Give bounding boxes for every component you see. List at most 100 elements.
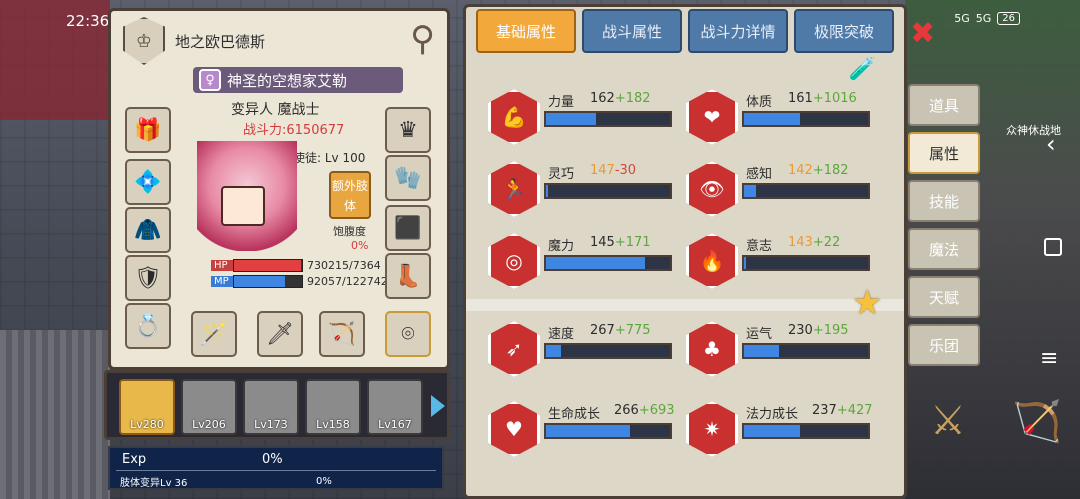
character-face (221, 186, 265, 226)
stat-bar-fill (546, 113, 596, 125)
stat-7[interactable]: ♣ 运气 230+195 (686, 317, 874, 387)
stat-bonus-value: +182 (812, 163, 849, 178)
stat-name: 感知 (746, 167, 773, 182)
stats-tabs: 基础属性 战斗属性 战斗力详情 极限突破 (476, 9, 894, 53)
speed-icon: ➶ (488, 321, 540, 377)
party-member-3[interactable]: Lv173 (243, 379, 299, 435)
stat-bar (544, 255, 672, 271)
mp-bar-fill (234, 276, 285, 287)
party-member-level: Lv167 (378, 418, 412, 431)
stat-0[interactable]: 💪 力量 162+182 (488, 85, 676, 155)
hp-label: HP (211, 260, 233, 271)
stat-5[interactable]: 🔥 意志 143+22 (686, 229, 874, 299)
stat-bar-fill (744, 113, 800, 125)
close-icon[interactable]: ✖ (910, 16, 935, 51)
mp-value: 92057/122742 (307, 275, 388, 288)
stat-2[interactable]: 🏃 灵巧 147-30 (488, 157, 676, 227)
stat-base-value: 162 (590, 91, 615, 106)
stat-bonus-value: +693 (638, 403, 675, 418)
party-member-4[interactable]: Lv158 (305, 379, 361, 435)
belt-slot-icon[interactable]: ⬛ (385, 205, 431, 251)
tab-limit-break[interactable]: 极限突破 (794, 9, 894, 53)
party-member-1[interactable]: Lv280 (119, 379, 175, 435)
android-home-icon[interactable] (1044, 238, 1062, 256)
stat-1[interactable]: ❤ 体质 161+1016 (686, 85, 874, 155)
stat-bar (742, 183, 870, 199)
status-time: 22:36 (66, 12, 110, 30)
stat-value: 142+182 (788, 163, 849, 178)
stat-3[interactable]: 👁 感知 142+182 (686, 157, 874, 227)
stat-6[interactable]: ➶ 速度 267+775 (488, 317, 676, 387)
side-menu-items[interactable]: 道具 (908, 84, 980, 126)
strength-icon: 💪 (488, 89, 540, 145)
stat-name: 意志 (746, 239, 773, 254)
android-menu-icon[interactable]: ≡ (1040, 346, 1058, 371)
gauntlet-slot-icon[interactable]: 🛡 (125, 255, 171, 301)
guild-name: 地之欧巴德斯 (175, 32, 266, 51)
stat-base-value: 230 (788, 323, 813, 338)
stat-bar-fill (546, 185, 549, 197)
stat-bar (742, 255, 870, 271)
party-strip: Lv280 Lv206 Lv173 Lv158 Lv167 (104, 370, 450, 440)
stat-bar-fill (744, 345, 779, 357)
stat-base-value: 147 (590, 163, 615, 178)
stat-bar-fill (546, 345, 561, 357)
android-back-icon[interactable]: ‹ (1046, 130, 1056, 158)
exp-label: Exp (122, 452, 147, 467)
party-member-level: Lv158 (316, 418, 350, 431)
boots-slot-icon[interactable]: 👢 (385, 253, 431, 299)
stat-base-value: 267 (590, 323, 615, 338)
stat-bonus-value: +775 (614, 323, 651, 338)
stat-bonus-value: +1016 (812, 91, 857, 106)
side-menu-magic[interactable]: 魔法 (908, 228, 980, 270)
side-menu-skills[interactable]: 技能 (908, 180, 980, 222)
spear-slot-icon[interactable]: 🗡 (257, 311, 303, 357)
exp-box: Exp 0% 肢体变异Lv 36 0% (108, 446, 444, 490)
side-menu-talent[interactable]: 天赋 (908, 276, 980, 318)
party-member-5[interactable]: Lv167 (367, 379, 423, 435)
limb-mutation-percent: 0% (316, 476, 332, 487)
stat-9[interactable]: ✷ 法力成长 237+427 (686, 397, 874, 467)
stat-bar (742, 111, 870, 127)
wardrobe-icon[interactable]: ⚲ (410, 19, 435, 59)
crown-slot-icon[interactable]: ♛ (385, 107, 431, 153)
signal-1: 5G (954, 12, 970, 25)
party-next-arrow-icon[interactable] (431, 395, 445, 417)
extra-limb-button[interactable]: 额外肢体 (329, 171, 371, 219)
stat-bonus-value: +171 (614, 235, 651, 250)
stat-bar-fill (546, 425, 631, 437)
ring-slot-icon[interactable]: 💍 (125, 303, 171, 349)
character-title-bar[interactable]: ♀ 神圣的空想家艾勒 (193, 67, 403, 93)
necklace-slot-icon[interactable]: 💠 (125, 159, 171, 205)
potion-icon[interactable]: 🧪 (849, 57, 876, 82)
mp-label: MP (211, 276, 233, 287)
stat-4[interactable]: ◎ 魔力 145+171 (488, 229, 676, 299)
side-menu-attributes[interactable]: 属性 (908, 132, 980, 174)
bow-slot-icon[interactable]: 🏹 (319, 311, 365, 357)
stat-value: 237+427 (812, 403, 873, 418)
female-icon: ♀ (199, 69, 221, 91)
party-member-2[interactable]: Lv206 (181, 379, 237, 435)
stat-bonus-value: +182 (614, 91, 651, 106)
guild-emblem-icon[interactable]: ♔ (123, 17, 165, 65)
stat-base-value: 161 (788, 91, 813, 106)
party-member-level: Lv173 (254, 418, 288, 431)
helmet-slot-icon[interactable]: 🎁 (125, 107, 171, 153)
star-icon[interactable]: ★ (852, 283, 882, 323)
tab-basic-attributes[interactable]: 基础属性 (476, 9, 576, 53)
bracelet-slot-icon[interactable]: ⌾ (385, 311, 431, 357)
staff-slot-icon[interactable]: 🪄 (191, 311, 237, 357)
satiety-value: 0% (351, 239, 369, 252)
stat-name: 力量 (548, 95, 575, 110)
bow-icon[interactable]: 🏹 (1012, 398, 1062, 445)
tab-combat-power-details[interactable]: 战斗力详情 (688, 9, 788, 53)
stat-8[interactable]: ♥ 生命成长 266+693 (488, 397, 676, 467)
armor-slot-icon[interactable]: 🧥 (125, 207, 171, 253)
sword-icon[interactable]: ⚔ (930, 398, 966, 444)
tab-combat-attributes[interactable]: 战斗属性 (582, 9, 682, 53)
party-member-level: Lv280 (130, 418, 164, 431)
side-menu-band[interactable]: 乐团 (908, 324, 980, 366)
hp-bar-fill (234, 260, 302, 271)
glove-slot-icon[interactable]: 🧤 (385, 155, 431, 201)
stat-bar-fill (744, 425, 800, 437)
